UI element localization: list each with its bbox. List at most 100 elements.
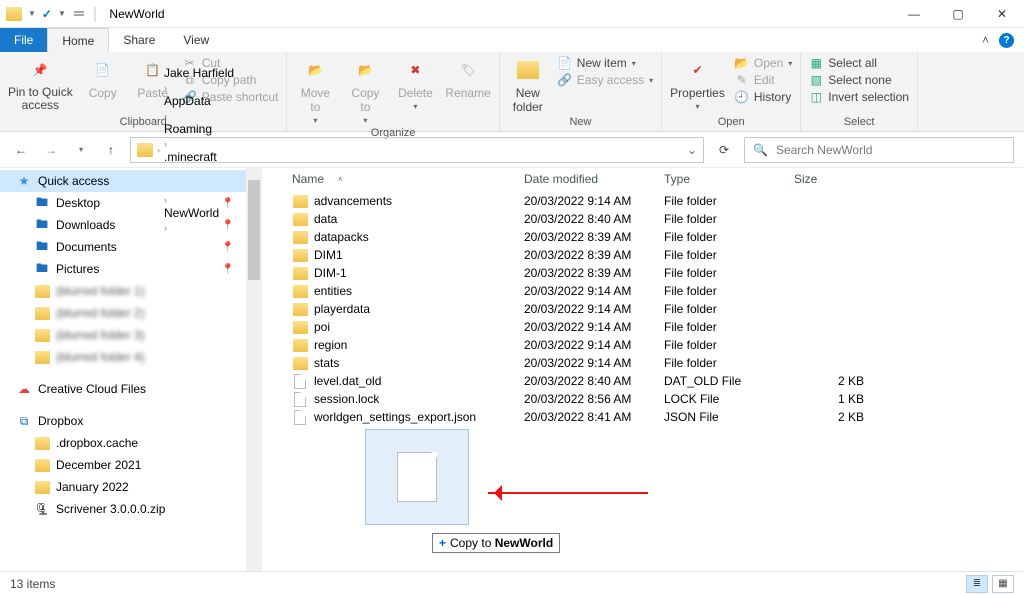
pin-quick-access-button[interactable]: 📌 Pin to Quick access (8, 56, 73, 112)
minimize-button[interactable]: — (892, 0, 936, 28)
nav-documents[interactable]: 🖿Documents📍 (0, 236, 262, 258)
file-row[interactable]: datapacks20/03/2022 8:39 AMFile folder (262, 228, 1024, 246)
navigation-pane[interactable]: ★ Quick access 🖿Desktop📍🖿Downloads📍🖿Docu… (0, 168, 262, 571)
forward-button[interactable]: → (40, 139, 62, 161)
folder-icon: 🖿 (34, 195, 50, 211)
help-icon[interactable]: ? (999, 33, 1014, 48)
file-type: File folder (664, 338, 794, 352)
qat-chevron2-icon[interactable]: ▼ (58, 9, 66, 18)
breadcrumb-.minecraft[interactable]: .minecraft (164, 150, 234, 164)
file-date: 20/03/2022 8:39 AM (524, 266, 664, 280)
nav-quick-access[interactable]: ★ Quick access (0, 170, 262, 192)
open-button[interactable]: 📂Open ▾ (735, 56, 792, 70)
breadcrumb-sep: › (164, 139, 167, 149)
move-to-button[interactable]: 📂 Move to▾ (295, 56, 335, 125)
ribbon-collapse-icon[interactable]: ˄ (982, 33, 989, 47)
refresh-button[interactable]: ⟳ (712, 138, 736, 162)
file-icon (292, 409, 308, 425)
close-button[interactable]: ✕ (980, 0, 1024, 28)
column-date[interactable]: Date modified (524, 172, 664, 186)
edit-button[interactable]: ✎Edit (735, 73, 792, 87)
select-all-icon: ▦ (809, 56, 823, 70)
new-item-button[interactable]: 📄New item ▾ (558, 56, 653, 70)
address-dropdown-icon[interactable]: ⌄ (687, 143, 697, 157)
dropbox-icon: ⧉ (16, 413, 32, 429)
history-button[interactable]: 🕘History (735, 90, 792, 104)
file-row[interactable]: DIM-120/03/2022 8:39 AMFile folder (262, 264, 1024, 282)
tab-view[interactable]: View (169, 28, 223, 52)
folder-icon (34, 283, 50, 299)
file-row[interactable]: level.dat_old20/03/2022 8:40 AMDAT_OLD F… (262, 372, 1024, 390)
search-icon: 🔍 (753, 143, 768, 157)
file-row[interactable]: advancements20/03/2022 9:14 AMFile folde… (262, 192, 1024, 210)
nav-downloads[interactable]: 🖿Downloads📍 (0, 214, 262, 236)
nav-dropbox[interactable]: ⧉ Dropbox (0, 410, 262, 432)
view-details-button[interactable]: ≣ (966, 575, 988, 593)
nav-scrivener[interactable]: 🗜 Scrivener 3.0.0.0.zip (0, 498, 262, 520)
file-row[interactable]: DIM120/03/2022 8:39 AMFile folder (262, 246, 1024, 264)
pin-icon: 📍 (222, 220, 234, 231)
column-name[interactable]: Name˄ (292, 172, 524, 186)
annotation-arrow (488, 487, 648, 499)
address-bar[interactable]: › Jake Harfield›AppData›Roaming›.minecra… (130, 137, 704, 163)
invert-selection-button[interactable]: ◫Invert selection (809, 90, 909, 104)
tab-home[interactable]: Home (47, 28, 109, 52)
search-input[interactable]: 🔍 Search NewWorld (744, 137, 1014, 163)
select-none-button[interactable]: ▧Select none (809, 73, 909, 87)
qat-equals-icon[interactable]: ＝ (72, 4, 86, 24)
folder-icon (292, 283, 308, 299)
up-button[interactable]: ↑ (100, 139, 122, 161)
nav-dropbox-cache[interactable]: .dropbox.cache (0, 432, 262, 454)
nav-blurred-item[interactable]: (blurred folder 3) (0, 324, 262, 346)
file-row[interactable]: poi20/03/2022 9:14 AMFile folder (262, 318, 1024, 336)
back-button[interactable]: ← (10, 139, 32, 161)
nav-scrollbar[interactable] (246, 168, 262, 571)
copy-button[interactable]: 📄 Copy (83, 56, 123, 100)
qat-check-icon[interactable]: ✓ (42, 7, 52, 21)
nav-jan-folder[interactable]: January 2022 (0, 476, 262, 498)
delete-icon: ✖ (401, 56, 429, 84)
tab-share[interactable]: Share (109, 28, 169, 52)
nav-desktop[interactable]: 🖿Desktop📍 (0, 192, 262, 214)
nav-dec-folder[interactable]: December 2021 (0, 454, 262, 476)
nav-creative-cloud[interactable]: ☁ Creative Cloud Files (0, 378, 262, 400)
rename-button[interactable]: 🏷 Rename (445, 56, 490, 100)
delete-button[interactable]: ✖ Delete▾ (395, 56, 435, 111)
nav-blurred-item[interactable]: (blurred folder 4) (0, 346, 262, 368)
file-row[interactable]: stats20/03/2022 9:14 AMFile folder (262, 354, 1024, 372)
status-count: 13 items (10, 577, 55, 591)
recent-locations-button[interactable]: ▾ (70, 139, 92, 161)
new-folder-button[interactable]: New folder (508, 56, 548, 114)
qat-chevron-icon[interactable]: ▼ (28, 9, 36, 18)
file-date: 20/03/2022 9:14 AM (524, 302, 664, 316)
copy-to-button[interactable]: 📂 Copy to▾ (345, 56, 385, 125)
nav-pictures[interactable]: 🖿Pictures📍 (0, 258, 262, 280)
file-date: 20/03/2022 8:56 AM (524, 392, 664, 406)
column-type[interactable]: Type (664, 172, 794, 186)
view-large-icons-button[interactable]: ▦ (992, 575, 1014, 593)
nav-blurred-item[interactable]: (blurred folder 2) (0, 302, 262, 324)
breadcrumb-Jake Harfield[interactable]: Jake Harfield (164, 66, 234, 80)
nav-blurred-item[interactable]: (blurred folder 1) (0, 280, 262, 302)
file-row[interactable]: session.lock20/03/2022 8:56 AMLOCK File1… (262, 390, 1024, 408)
easy-access-button[interactable]: 🔗Easy access ▾ (558, 73, 653, 87)
file-row[interactable]: worldgen_settings_export.json20/03/2022 … (262, 408, 1024, 426)
file-date: 20/03/2022 8:40 AM (524, 374, 664, 388)
address-folder-icon (137, 143, 153, 157)
file-menu[interactable]: File (0, 28, 47, 52)
file-row[interactable]: region20/03/2022 9:14 AMFile folder (262, 336, 1024, 354)
properties-button[interactable]: ✔ Properties▾ (670, 56, 725, 111)
group-select-label: Select (809, 114, 909, 131)
select-all-button[interactable]: ▦Select all (809, 56, 909, 70)
file-type: File folder (664, 266, 794, 280)
folder-icon (292, 319, 308, 335)
file-row[interactable]: playerdata20/03/2022 9:14 AMFile folder (262, 300, 1024, 318)
maximize-button[interactable]: ▢ (936, 0, 980, 28)
column-size[interactable]: Size (794, 172, 874, 186)
file-row[interactable]: data20/03/2022 8:40 AMFile folder (262, 210, 1024, 228)
breadcrumb-AppData[interactable]: AppData (164, 94, 234, 108)
file-row[interactable]: entities20/03/2022 9:14 AMFile folder (262, 282, 1024, 300)
folder-icon: 🖿 (34, 239, 50, 255)
breadcrumb-Roaming[interactable]: Roaming (164, 122, 234, 136)
rename-icon: 🏷 (454, 56, 482, 84)
